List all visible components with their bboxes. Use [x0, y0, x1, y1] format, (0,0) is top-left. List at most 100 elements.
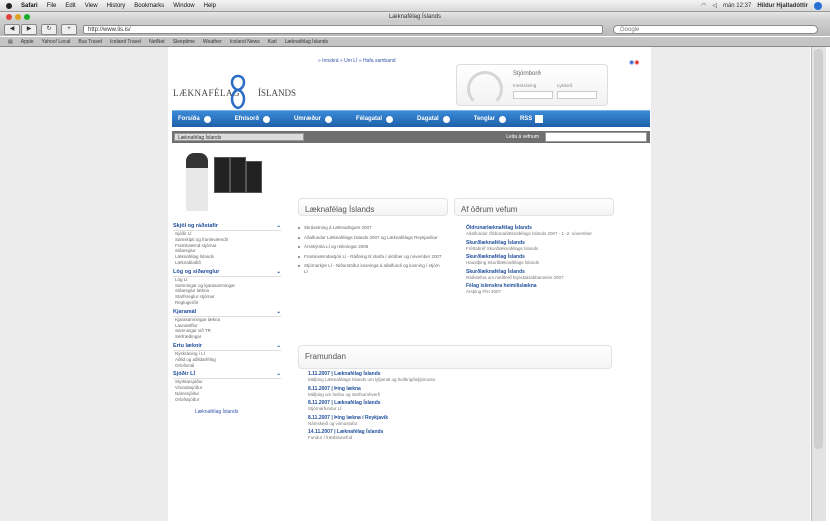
sidebar-item[interactable]: Reglugerðir: [173, 300, 281, 306]
sidebar-group: Ertu læknir ⌄ Nýskráning í LÍ Aðild og að…: [173, 342, 281, 368]
search-field[interactable]: Google: [613, 24, 818, 34]
nav-home[interactable]: Forsíða: [178, 115, 211, 123]
site-select[interactable]: Læknafélag Íslands: [174, 133, 304, 141]
spotlight-icon[interactable]: [814, 1, 822, 10]
address-bar[interactable]: http://www.lis.is/: [83, 24, 603, 34]
nav-calendar[interactable]: Dagatal: [417, 115, 450, 123]
site-logo-right[interactable]: ÍSLANDS: [258, 88, 296, 98]
sidebar-group-title[interactable]: Ertu læknir ⌄: [173, 342, 281, 351]
list-item: Skurðlæknafélag Íslands Fréttabréf Skurðl…: [466, 239, 539, 251]
add-bookmark-button[interactable]: +: [61, 23, 77, 35]
nav-members[interactable]: Félagatal: [356, 115, 394, 123]
bookmark-item[interactable]: Karl: [268, 39, 277, 45]
vertical-scrollbar[interactable]: [811, 47, 826, 521]
sidebar-group: Lög og siðareglur ⌄ Lög LÍ Samningar og k…: [173, 268, 281, 306]
apple-menu-icon[interactable]: [6, 2, 12, 9]
sidebar-group-title[interactable]: Skjöl og ráðstafir ⌄: [173, 222, 281, 231]
news-list: Skrásetning á Læknadögum 2007 Aðalfundur…: [298, 225, 443, 278]
bookmark-item[interactable]: Iceland News: [230, 39, 260, 45]
sidebar-group-title[interactable]: Sjóðir LÍ ⌄: [173, 370, 281, 380]
sidebar-item[interactable]: Læknablaðið: [173, 260, 281, 266]
sub-nav: Læknafélag Íslands Leita á vefnum: [172, 131, 650, 143]
zoom-window-button[interactable]: [24, 14, 30, 20]
sidebar: Skjöl og ráðstafir ⌄ Sjóðir LÍ Samskipti …: [173, 222, 281, 415]
xray-film: [246, 161, 262, 193]
scrollbar-thumb[interactable]: [814, 49, 823, 449]
top-links[interactable]: » Innskrá » Um LÍ » Hafa samband: [318, 58, 396, 64]
list-item: Félag íslenskra heimilislækna Ársþing FÍH…: [466, 283, 537, 294]
event-item: 1.11.2007 | Læknafélag Íslands Málþing Læ…: [308, 371, 436, 382]
menubar-extras: ◠ ◁ mán 12:37 Hildur Hjaltadóttir: [701, 1, 830, 10]
menu-window[interactable]: Window: [173, 3, 194, 9]
clock[interactable]: mán 12:37: [723, 3, 751, 9]
chevron-icon: [498, 115, 506, 123]
forward-button[interactable]: ▶: [21, 23, 37, 35]
home-icon: [203, 115, 211, 123]
logo-symbol-icon[interactable]: [228, 72, 248, 112]
events-list: 1.11.2007 | Læknafélag Íslands Málþing Læ…: [308, 371, 468, 444]
nav-links[interactable]: Tenglar: [474, 115, 506, 123]
sidebar-item[interactable]: Orlofssjóður: [173, 397, 281, 403]
sidebar-group-title[interactable]: Kjaramál ⌄: [173, 308, 281, 317]
bookmark-item[interactable]: Apple: [21, 39, 34, 45]
menu-help[interactable]: Help: [204, 3, 216, 9]
news-item[interactable]: Ársskýrsla LÍ og reikningar 2006: [298, 244, 443, 250]
login-widget: Stjórnborð Innskráning Lykilorð: [456, 64, 608, 107]
list-item: Skurðlæknafélag Íslands Haustþing Skurðlæ…: [466, 254, 540, 265]
events-heading: Framundan: [305, 352, 346, 361]
menu-file[interactable]: File: [47, 3, 57, 9]
sidebar-item[interactable]: Orlofsmál: [173, 363, 281, 369]
sidebar-bottom-link[interactable]: Læknafélag Íslands: [173, 409, 281, 415]
language-flags-icon[interactable]: ◉◉: [629, 59, 640, 66]
menu-app[interactable]: Safari: [21, 3, 38, 9]
site-search-input[interactable]: [545, 132, 647, 142]
bookmarks-bar: ▤ Apple Yahoo! Local Bus Travel Iceland …: [0, 37, 830, 47]
bookmark-item[interactable]: NetNet: [149, 39, 165, 45]
menu-history[interactable]: History: [107, 3, 126, 9]
back-button[interactable]: ◀: [4, 23, 20, 35]
chevron-down-icon: ⌄: [276, 308, 281, 315]
wifi-icon[interactable]: ◠: [701, 2, 706, 9]
menu-bar: Safari File Edit View History Bookmarks …: [0, 0, 830, 12]
nav-discussions[interactable]: Umræður: [294, 115, 333, 123]
bookmark-item[interactable]: Weather: [203, 39, 222, 45]
news-item[interactable]: Skrásetning á Læknadögum 2007: [298, 225, 443, 231]
event-item: 8.11.2007 | Þing lækna Málþing um heilsu …: [308, 385, 381, 397]
nav-rss[interactable]: RSS: [520, 115, 544, 123]
bookmark-item[interactable]: Yahoo! Local: [42, 39, 71, 45]
search-label: Leita á vefnum: [506, 134, 539, 140]
sidebar-group-title[interactable]: Lög og siðareglur ⌄: [173, 268, 281, 277]
bookmark-item[interactable]: Bus Travel: [78, 39, 102, 45]
chat-icon: [325, 115, 333, 123]
username-input[interactable]: [513, 91, 553, 99]
menu-bookmarks[interactable]: Bookmarks: [134, 3, 164, 9]
news-header-box: Læknafélag Íslands: [298, 198, 448, 216]
login-widget-title: Stjórnborð: [513, 71, 541, 77]
menu-view[interactable]: View: [85, 3, 98, 9]
volume-icon[interactable]: ◁: [712, 2, 717, 9]
event-item: 8.11.2007 | Læknafélag Íslands Stjórnarfu…: [308, 400, 381, 411]
xray-film: [214, 157, 230, 193]
sidebar-group: Sjóðir LÍ ⌄ Styrktarsjóður Vísindasjóður …: [173, 370, 281, 402]
reload-button[interactable]: ↻: [41, 23, 57, 35]
sidebar-item[interactable]: Sérfræðingar: [173, 334, 281, 340]
news-item[interactable]: Aðalfundur Læknafélags Íslands 2007 og L…: [298, 235, 443, 241]
news-item[interactable]: Stjórnarkjör LÍ - Niðurstöður kosninga á…: [298, 263, 443, 274]
minimize-window-button[interactable]: [15, 14, 21, 20]
event-item: 8.11.2007 | Þing lækna í Reykjavík Námske…: [308, 414, 389, 426]
close-window-button[interactable]: [6, 14, 12, 20]
user-name[interactable]: Hildur Hjaltadóttir: [757, 3, 808, 9]
chevron-icon: [386, 115, 394, 123]
bookmark-item[interactable]: Sleeptime: [173, 39, 195, 45]
news-item[interactable]: Framkvæmdastjóri LÍ - Ráðning til starfa…: [298, 254, 443, 260]
menu-edit[interactable]: Edit: [65, 3, 75, 9]
bookmarks-icon[interactable]: ▤: [8, 39, 13, 45]
chevron-down-icon: ⌄: [276, 371, 281, 378]
password-input[interactable]: [557, 91, 597, 99]
bookmark-item[interactable]: Læknafélag Íslands: [285, 39, 328, 45]
rss-icon: [535, 115, 544, 123]
nav-topics[interactable]: Efnisorð: [235, 115, 271, 123]
bookmark-item[interactable]: Iceland Travel: [110, 39, 141, 45]
other-heading: Af öðrum vefum: [461, 205, 518, 214]
sidebar-group: Skjöl og ráðstafir ⌄ Sjóðir LÍ Samskipti …: [173, 222, 281, 266]
